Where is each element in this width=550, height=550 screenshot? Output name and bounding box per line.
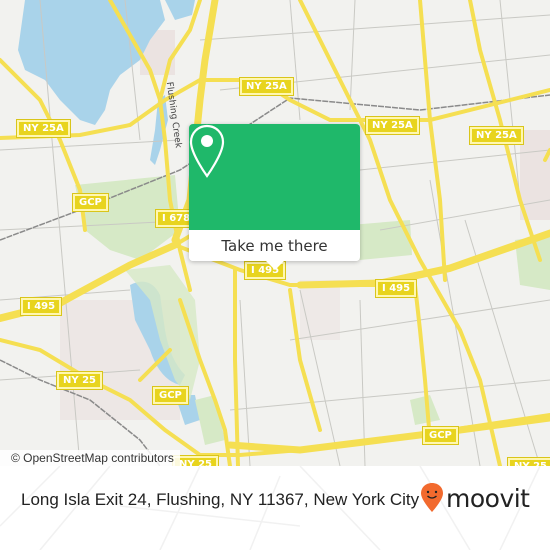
road-shield-ny25: NY 25 bbox=[57, 372, 103, 389]
road-shield-i495: I 495 bbox=[21, 298, 62, 315]
moovit-pin-icon bbox=[421, 483, 443, 512]
location-pin-icon bbox=[189, 124, 225, 178]
footer: Long Isla Exit 24, Flushing, NY 11367, N… bbox=[0, 466, 550, 550]
road-shield-ny25a: NY 25A bbox=[240, 78, 293, 95]
road-shield-gcp: GCP bbox=[153, 387, 188, 404]
popup-pointer bbox=[265, 260, 285, 270]
road-shield-ny25a: NY 25A bbox=[470, 127, 523, 144]
address-text: Long Isla Exit 24, Flushing, NY 11367, N… bbox=[21, 490, 420, 509]
road-shield-ny25a: NY 25A bbox=[17, 120, 70, 137]
road-shield-gcp: GCP bbox=[423, 427, 458, 444]
map[interactable]: NY 25A NY 25A NY 25A NY 25A GCP I 678 I … bbox=[0, 0, 550, 466]
urban-area bbox=[300, 280, 340, 340]
water bbox=[165, 0, 195, 20]
road-shield-gcp: GCP bbox=[73, 194, 108, 211]
road-shield-ny25: NY 25 bbox=[508, 458, 550, 466]
moovit-wordmark: moovit bbox=[446, 483, 530, 513]
road-shield-i495: I 495 bbox=[376, 280, 417, 297]
take-me-there-button[interactable]: Take me there bbox=[189, 230, 360, 261]
urban-area bbox=[520, 130, 550, 220]
road-shield-ny25a: NY 25A bbox=[366, 117, 419, 134]
popup-header bbox=[189, 124, 360, 230]
location-popup: Take me there bbox=[189, 124, 360, 270]
moovit-logo[interactable]: moovit bbox=[420, 482, 530, 514]
map-attribution[interactable]: © OpenStreetMap contributors bbox=[0, 450, 180, 466]
